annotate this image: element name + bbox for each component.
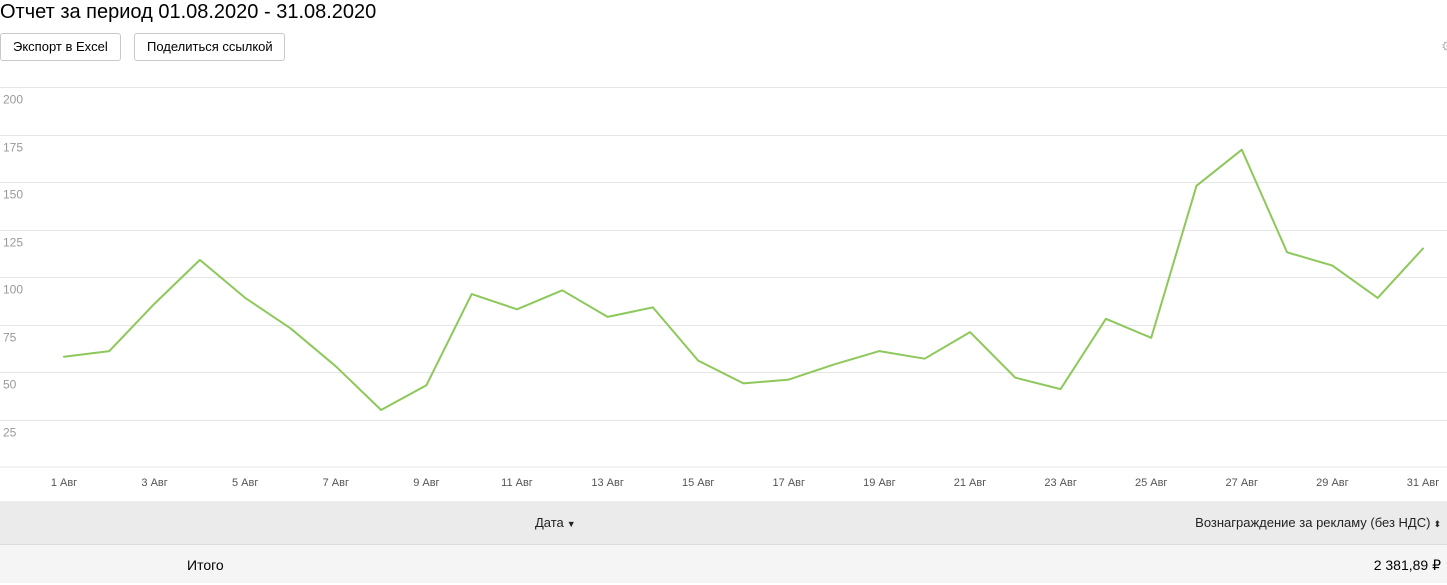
edge-settings-icon[interactable]: ⚙ [1441, 38, 1447, 55]
chart-series [63, 148, 1424, 411]
line-chart: 25 50 75 100 125 150 175 200 1 Авг 3 Авг 5 Авг 7 А… [0, 87, 1447, 489]
share-link-button[interactable]: Поделиться ссылкой [134, 33, 285, 61]
x-tick-label: 11 Авг [501, 477, 533, 489]
series-line [63, 148, 1424, 411]
x-tick-label: 3 Авг [141, 477, 167, 489]
x-tick-label: 13 Авг [591, 477, 623, 489]
y-tick-label: 200 [3, 93, 23, 107]
x-tick-label: 31 Авг [1407, 477, 1439, 489]
export-excel-button[interactable]: Экспорт в Excel [0, 33, 121, 61]
total-label: Итого [187, 557, 224, 573]
x-axis-ticks: 1 Авг 3 Авг 5 Авг 7 Авг 9 Авг 11 Авг 13 Авг 15 … [51, 477, 1439, 489]
chart-grid [0, 87, 1447, 468]
x-tick-label: 19 Авг [863, 477, 895, 489]
y-tick-label: 50 [3, 378, 17, 392]
x-tick-label: 9 Авг [413, 477, 439, 489]
x-tick-label: 1 Авг [51, 477, 77, 489]
page-title: Отчет за период 01.08.2020 - 31.08.2020 [0, 1, 377, 23]
total-value: 2 381,89 ₽ [1373, 557, 1441, 573]
x-tick-label: 5 Авг [232, 477, 258, 489]
reward-column-header[interactable]: Вознаграждение за рекламу (без НДС) ⬍ [1195, 501, 1441, 546]
reward-header-label: Вознаграждение за рекламу (без НДС) [1195, 515, 1431, 530]
x-tick-label: 27 Авг [1226, 477, 1258, 489]
table-header: Дата ▼ Вознаграждение за рекламу (без НДС… [0, 501, 1447, 545]
y-tick-label: 25 [3, 426, 17, 440]
y-tick-label: 125 [3, 236, 23, 250]
y-tick-label: 100 [3, 283, 23, 297]
y-tick-label: 150 [3, 188, 23, 202]
x-tick-label: 25 Авг [1135, 477, 1167, 489]
total-row: Итого 2 381,89 ₽ [0, 545, 1447, 583]
y-tick-label: 75 [3, 331, 17, 345]
x-tick-label: 21 Авг [954, 477, 986, 489]
x-tick-label: 7 Авг [323, 477, 349, 489]
sort-icon: ⬍ [1433, 519, 1441, 529]
x-tick-label: 29 Авг [1316, 477, 1348, 489]
date-column-header[interactable]: Дата ▼ [535, 501, 576, 546]
x-tick-label: 15 Авг [682, 477, 714, 489]
x-tick-label: 23 Авг [1044, 477, 1076, 489]
sort-desc-icon: ▼ [566, 519, 576, 529]
x-tick-label: 17 Авг [773, 477, 805, 489]
y-axis-ticks: 25 50 75 100 125 150 175 200 [3, 93, 23, 440]
y-tick-label: 175 [3, 141, 23, 155]
date-header-label: Дата [535, 515, 564, 530]
